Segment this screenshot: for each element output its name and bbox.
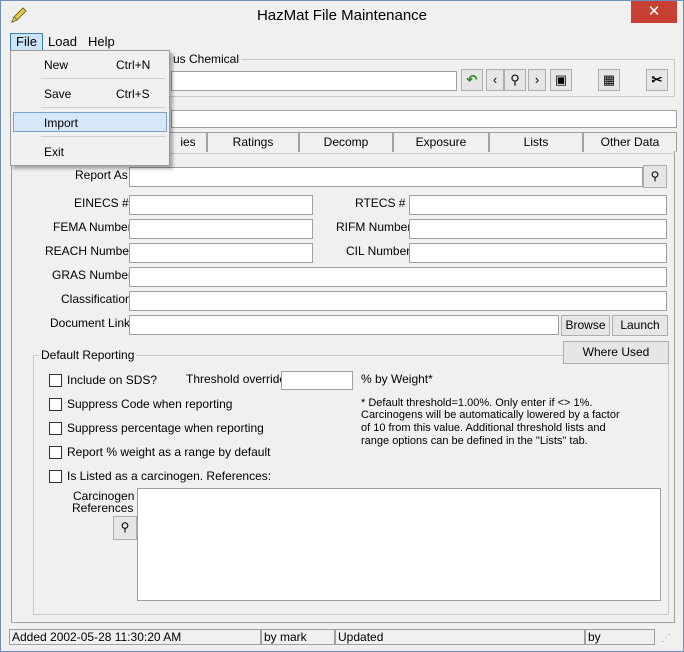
cil-input[interactable]: [409, 243, 667, 263]
menu-item-import-label: Import: [44, 116, 79, 130]
report-range-label: Report % weight as a range by default: [67, 445, 271, 459]
menu-separator: [41, 78, 165, 79]
menu-bar: File Load Help: [1, 31, 683, 51]
undo-icon[interactable]: ↶: [461, 69, 483, 91]
search-icon[interactable]: ⚲: [504, 69, 526, 91]
status-updated: Updated: [335, 629, 585, 645]
reach-input[interactable]: [129, 243, 313, 263]
include-sds-label: Include on SDS?: [67, 373, 158, 387]
report-as-search-button[interactable]: ⚲: [643, 165, 667, 188]
carcinogen-ref-label-2: References: [72, 501, 134, 515]
document-link-label: Document Link: [50, 316, 131, 330]
report-as-label: Report As: [75, 168, 128, 182]
document-link-input[interactable]: [129, 315, 559, 335]
menu-item-new-shortcut: Ctrl+N: [116, 58, 151, 72]
classification-input[interactable]: [129, 291, 667, 311]
menu-item-exit-label: Exit: [44, 145, 65, 159]
calculator-icon[interactable]: ▦: [598, 69, 620, 91]
resize-grip-icon[interactable]: ⋰: [661, 633, 675, 645]
menu-load[interactable]: Load: [43, 33, 82, 51]
reach-label: REACH Number: [45, 244, 134, 258]
suppress-code-label: Suppress Code when reporting: [67, 397, 233, 411]
carcinogen-label: Is Listed as a carcinogen. References:: [67, 469, 272, 483]
threshold-note-4: range options can be defined in the "Lis…: [361, 435, 588, 447]
status-updated-by: by: [585, 629, 655, 645]
gras-input[interactable]: [129, 267, 667, 287]
threshold-note-1: * Default threshold=1.00%. Only enter if…: [361, 397, 593, 409]
menu-separator: [41, 107, 165, 108]
scissors-icon[interactable]: ✂: [646, 69, 668, 91]
report-as-input[interactable]: [129, 167, 643, 187]
menu-item-import[interactable]: Import: [13, 112, 167, 132]
browse-button[interactable]: Browse: [561, 315, 610, 336]
pct-weight-label: % by Weight*: [361, 372, 433, 386]
where-used-button[interactable]: Where Used: [563, 341, 669, 364]
carcinogen-checkbox[interactable]: [49, 470, 62, 483]
menu-item-exit[interactable]: Exit: [13, 142, 167, 162]
fema-input[interactable]: [129, 219, 313, 239]
threshold-override-input[interactable]: [281, 371, 353, 390]
rifm-label: RIFM Number: [336, 220, 412, 234]
title-bar: HazMat File Maintenance ✕: [1, 1, 683, 31]
carcinogen-search-button[interactable]: ⚲: [113, 516, 137, 540]
main-window: HazMat File Maintenance ✕ File Load Help…: [0, 0, 684, 652]
threshold-override-label: Threshold override: [186, 372, 287, 386]
status-added-by: by mark: [261, 629, 335, 645]
threshold-note-3: of 10 from this value. Additional thresh…: [361, 422, 606, 434]
classification-label: Classification: [61, 292, 132, 306]
search-icon: ⚲: [650, 169, 660, 183]
tab-ratings[interactable]: Ratings: [207, 132, 299, 152]
gras-label: GRAS Number: [52, 268, 133, 282]
chemical-input[interactable]: [171, 71, 457, 91]
rifm-input[interactable]: [409, 219, 667, 239]
next-icon[interactable]: ›: [528, 69, 546, 91]
menu-file[interactable]: File: [10, 33, 43, 51]
report-range-checkbox[interactable]: [49, 446, 62, 459]
close-button[interactable]: ✕: [631, 1, 677, 23]
rtecs-input[interactable]: [409, 195, 667, 215]
menu-item-save-label: Save: [44, 87, 72, 101]
tab-other-data[interactable]: Other Data: [583, 132, 677, 152]
threshold-note-2: Carcinogens will be automatically lowere…: [361, 409, 620, 421]
chemical-group-label: us Chemical: [171, 52, 242, 66]
menu-item-new[interactable]: New Ctrl+N: [13, 55, 167, 75]
default-reporting-title: Default Reporting: [39, 348, 137, 362]
tab-properties[interactable]: ies: [169, 132, 207, 152]
window-title: HazMat File Maintenance: [256, 7, 428, 24]
menu-separator: [41, 136, 165, 137]
launch-button[interactable]: Launch: [612, 315, 668, 336]
save-icon[interactable]: ▣: [550, 69, 572, 91]
tab-exposure[interactable]: Exposure: [393, 132, 489, 152]
carcinogen-references-textarea[interactable]: [137, 488, 661, 601]
chemical-name-input[interactable]: [171, 110, 677, 128]
menu-item-new-label: New: [44, 58, 69, 72]
menu-help[interactable]: Help: [83, 33, 120, 51]
tab-lists[interactable]: Lists: [489, 132, 583, 152]
suppress-pct-label: Suppress percentage when reporting: [67, 421, 264, 435]
include-sds-checkbox[interactable]: [49, 374, 62, 387]
einecs-label: EINECS #: [74, 196, 129, 210]
suppress-code-checkbox[interactable]: [49, 398, 62, 411]
tab-decomp[interactable]: Decomp: [299, 132, 393, 152]
menu-item-save-shortcut: Ctrl+S: [116, 87, 150, 101]
menu-item-save[interactable]: Save Ctrl+S: [13, 84, 167, 104]
prev-icon[interactable]: ‹: [486, 69, 504, 91]
rtecs-label: RTECS #: [355, 196, 406, 210]
fema-label: FEMA Number: [53, 220, 132, 234]
cil-label: CIL Number: [346, 244, 411, 258]
einecs-input[interactable]: [129, 195, 313, 215]
status-added: Added 2002-05-28 11:30:20 AM: [9, 629, 261, 645]
search-icon: ⚲: [120, 520, 130, 534]
file-dropdown-menu: New Ctrl+N Save Ctrl+S Import Exit: [10, 50, 170, 166]
suppress-pct-checkbox[interactable]: [49, 422, 62, 435]
